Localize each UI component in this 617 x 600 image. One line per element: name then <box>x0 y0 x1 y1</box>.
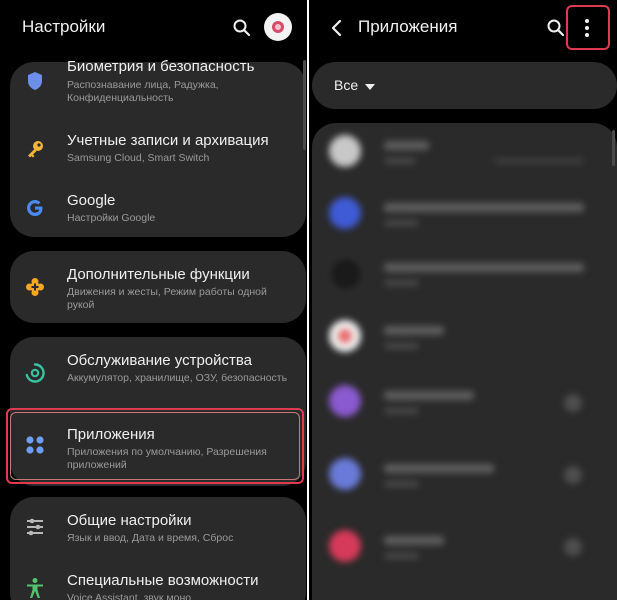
app-size-placeholder <box>384 408 419 414</box>
search-icon[interactable] <box>232 18 252 38</box>
app-size-placeholder <box>384 280 419 286</box>
device-care-icon <box>24 362 46 384</box>
page-title: Настройки <box>22 17 106 36</box>
settings-item-device-care[interactable]: Обслуживание устройства Аккумулятор, хра… <box>10 350 306 405</box>
highlight-more-options <box>566 5 610 50</box>
settings-item-accounts[interactable]: Учетные записи и архивация Samsung Cloud… <box>10 130 306 175</box>
app-icon[interactable] <box>329 257 363 291</box>
item-title: Google <box>67 192 116 209</box>
app-action-icon[interactable] <box>564 538 582 556</box>
settings-screen: Настройки Биометрия и безопасность Распо… <box>0 0 307 600</box>
item-title: Биометрия и безопасность <box>67 58 255 75</box>
settings-top-bar: Настройки <box>0 0 307 56</box>
filter-bar[interactable]: Все <box>312 62 617 109</box>
item-title: Обслуживание устройства <box>67 352 253 369</box>
item-subtitle: Движения и жесты, Режим работы одной рук… <box>67 286 267 311</box>
search-icon[interactable] <box>546 18 566 38</box>
item-subtitle: Настройки Google <box>67 212 156 224</box>
app-name-placeholder <box>384 263 584 272</box>
app-icon[interactable] <box>329 458 361 490</box>
item-title: Учетные записи и архивация <box>67 132 269 149</box>
item-subtitle: Распознавание лица, Радужка, Конфиденциа… <box>67 79 219 104</box>
highlight-apps-inner <box>10 412 300 480</box>
app-icon[interactable] <box>329 530 361 562</box>
apps-top-bar: Приложения <box>309 0 617 56</box>
settings-item-biometrics[interactable]: Биометрия и безопасность Распознавание л… <box>10 58 306 113</box>
app-name-placeholder <box>384 203 584 212</box>
app-action-icon[interactable] <box>564 394 582 412</box>
app-name-placeholder <box>384 391 474 400</box>
page-title: Приложения <box>358 17 458 36</box>
app-size-placeholder <box>384 158 416 164</box>
item-title: Общие настройки <box>67 512 192 529</box>
item-subtitle: Язык и ввод, Дата и время, Сброс <box>67 532 234 544</box>
plus-gear-icon <box>24 276 46 298</box>
app-icon[interactable] <box>329 135 361 167</box>
app-size-placeholder <box>384 481 419 487</box>
app-size-placeholder <box>384 220 419 226</box>
shield-icon <box>24 70 46 92</box>
avatar[interactable] <box>264 13 292 41</box>
app-list <box>312 123 617 600</box>
google-icon <box>24 197 46 219</box>
accessibility-icon <box>24 577 46 599</box>
app-icon[interactable] <box>329 385 361 417</box>
app-meta-placeholder <box>494 158 584 164</box>
app-name-placeholder <box>384 536 444 545</box>
item-subtitle: Samsung Cloud, Smart Switch <box>67 152 210 164</box>
chevron-down-icon <box>364 79 376 90</box>
app-size-placeholder <box>384 343 419 349</box>
item-subtitle: Аккумулятор, хранилище, ОЗУ, безопасност… <box>67 372 288 384</box>
back-arrow-icon[interactable] <box>329 18 345 38</box>
key-icon <box>24 138 46 160</box>
app-icon[interactable] <box>329 320 361 352</box>
app-action-icon[interactable] <box>564 466 582 484</box>
app-icon[interactable] <box>329 197 361 229</box>
settings-item-google[interactable]: Google Настройки Google <box>10 190 306 235</box>
app-name-placeholder <box>384 141 429 150</box>
item-title: Дополнительные функции <box>67 266 250 283</box>
apps-screen: Приложения Все <box>309 0 617 600</box>
item-subtitle: Voice Assistant, звук моно <box>67 592 192 600</box>
item-title: Специальные возможности <box>67 572 259 589</box>
settings-item-accessibility[interactable]: Специальные возможности Voice Assistant,… <box>10 571 306 600</box>
settings-item-general[interactable]: Общие настройки Язык и ввод, Дата и врем… <box>10 511 306 556</box>
sliders-icon <box>24 516 46 538</box>
filter-label: Все <box>334 77 359 93</box>
app-name-placeholder <box>384 326 444 335</box>
settings-item-advanced[interactable]: Дополнительные функции Движения и жесты,… <box>10 264 306 319</box>
app-size-placeholder <box>384 553 419 559</box>
scrollbar[interactable] <box>612 130 615 166</box>
app-name-placeholder <box>384 464 494 473</box>
